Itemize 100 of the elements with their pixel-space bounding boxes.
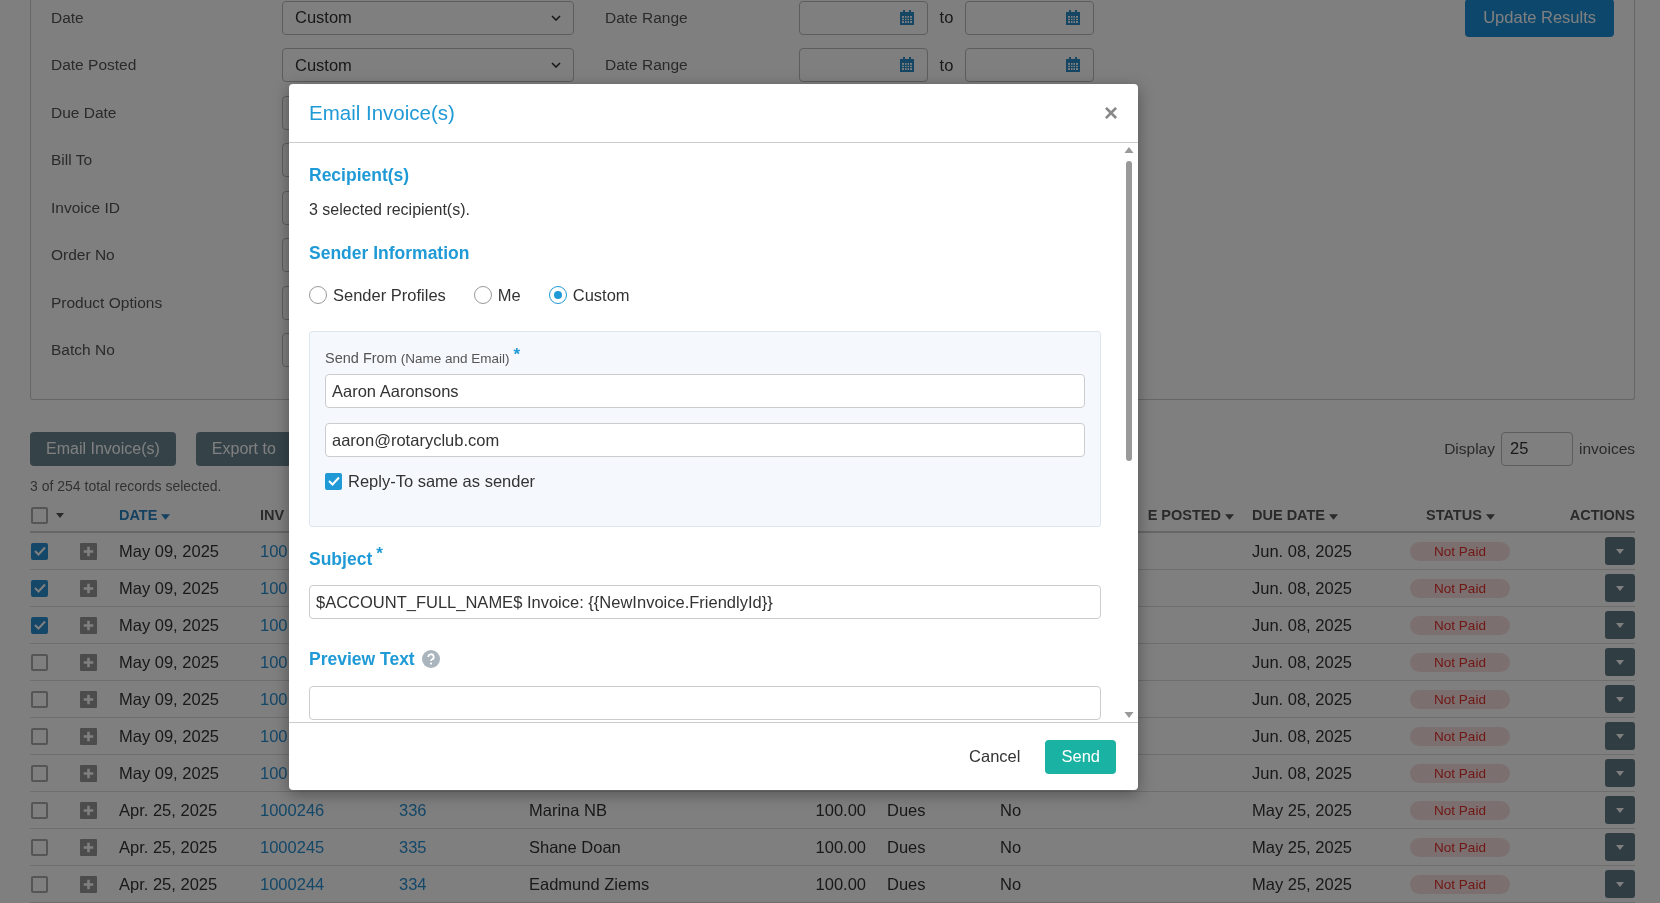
row-checkbox[interactable] (31, 690, 48, 708)
range-separator: to (938, 55, 955, 75)
expand-icon[interactable] (80, 764, 97, 782)
date-field[interactable] (965, 48, 1094, 83)
name-field[interactable]: Aaron Aaronsons (325, 374, 1085, 408)
help-icon[interactable] (421, 650, 440, 668)
select-all-checkbox[interactable] (31, 506, 48, 524)
invoice-link[interactable]: 100 (260, 578, 288, 597)
preview-text-field[interactable] (309, 686, 1101, 720)
cancel-button[interactable]: Cancel (969, 747, 1021, 766)
select-field[interactable]: Custom (282, 48, 574, 83)
date-field[interactable] (965, 0, 1094, 35)
actions-dropdown-button[interactable] (1605, 833, 1635, 861)
radio-label[interactable]: Custom (572, 285, 630, 305)
actions-dropdown-button[interactable] (1605, 537, 1635, 565)
status-badge: Not Paid (1410, 838, 1510, 857)
actions-dropdown-button[interactable] (1605, 870, 1635, 898)
table-cell: Eadmund Ziems (529, 874, 650, 893)
invoice-link[interactable]: 100 (260, 541, 288, 560)
row-checkbox[interactable] (31, 653, 48, 671)
sort-caret-icon[interactable] (1329, 513, 1339, 520)
toolbar-button[interactable]: Export to (195, 432, 292, 466)
checkbox-label[interactable]: Reply-To same as sender (348, 471, 536, 491)
table-cell: Apr. 25, 2025 (119, 800, 218, 819)
radio-label[interactable]: Sender Profiles (333, 285, 446, 305)
invoice-link[interactable]: 1000244 (260, 874, 325, 893)
date-field[interactable] (799, 48, 928, 83)
caret-down-icon (1616, 881, 1624, 887)
table-cell: May 09, 2025 (119, 689, 219, 708)
recipients-text: 3 selected recipient(s). (309, 200, 471, 220)
table-cell: 100.00 (815, 874, 866, 893)
actions-dropdown-button[interactable] (1605, 759, 1635, 787)
caret-down-icon[interactable] (56, 512, 64, 518)
caret-down-icon (1616, 696, 1624, 702)
table-cell: May 09, 2025 (119, 615, 219, 634)
update-results-button[interactable]: Update Results (1465, 0, 1614, 37)
invoice-link[interactable]: 1000245 (260, 837, 325, 856)
invoice-link[interactable]: 1000246 (260, 800, 325, 819)
close-button[interactable]: × (1102, 101, 1120, 125)
toolbar-button[interactable]: Email Invoice(s) (30, 432, 176, 466)
invoice-link[interactable]: 100 (260, 689, 288, 708)
row-checkbox[interactable] (31, 579, 48, 597)
column-header[interactable]: DUE DATE (1252, 507, 1339, 523)
expand-icon[interactable] (80, 875, 97, 893)
send-button[interactable]: Send (1045, 739, 1116, 774)
row-checkbox[interactable] (31, 542, 48, 560)
expand-icon[interactable] (80, 579, 97, 597)
row-checkbox[interactable] (31, 838, 48, 856)
expand-icon[interactable] (80, 653, 97, 671)
invoice-link[interactable]: 100 (260, 652, 288, 671)
order-link[interactable]: 336 (399, 800, 427, 819)
column-header[interactable]: ACTIONS (1569, 507, 1635, 523)
reply-to-checkbox[interactable] (325, 472, 342, 490)
section-heading: Recipient(s) (309, 164, 411, 187)
invoice-link[interactable]: 100 (260, 763, 288, 782)
order-link[interactable]: 335 (399, 837, 427, 856)
page-size-field[interactable]: 25 (1501, 432, 1573, 466)
sort-caret-icon[interactable] (1225, 513, 1234, 520)
expand-icon[interactable] (80, 690, 97, 708)
actions-dropdown-button[interactable] (1605, 611, 1635, 639)
table-cell: Dues (887, 800, 926, 819)
actions-dropdown-button[interactable] (1605, 685, 1635, 713)
caret-down-icon (1616, 585, 1624, 591)
column-header[interactable]: STATUS (1426, 507, 1495, 523)
row-checkbox[interactable] (31, 727, 48, 745)
table-cell: Jun. 08, 2025 (1252, 689, 1352, 708)
expand-icon[interactable] (80, 727, 97, 745)
display-label: Display (1444, 440, 1495, 458)
actions-dropdown-button[interactable] (1605, 722, 1635, 750)
column-header[interactable]: E POSTED (1147, 507, 1234, 523)
order-link[interactable]: 334 (399, 874, 427, 893)
table-cell: No (1000, 874, 1022, 893)
status-badge: Not Paid (1410, 542, 1510, 561)
expand-icon[interactable] (80, 801, 97, 819)
sort-caret-icon[interactable] (1485, 513, 1495, 520)
expand-icon[interactable] (80, 542, 97, 560)
expand-icon[interactable] (80, 616, 97, 634)
filter-label: Batch No (51, 341, 116, 360)
row-checkbox[interactable] (31, 801, 48, 819)
date-field[interactable] (799, 0, 928, 35)
table-cell: Jun. 08, 2025 (1252, 541, 1352, 560)
invoice-link[interactable]: 100 (260, 726, 288, 745)
column-header[interactable]: DATE (119, 507, 171, 523)
subject-field[interactable]: $ACCOUNT_FULL_NAME$ Invoice: {{NewInvoice.FriendlyId}} (309, 585, 1101, 619)
row-checkbox[interactable] (31, 616, 48, 634)
actions-dropdown-button[interactable] (1605, 648, 1635, 676)
status-badge: Not Paid (1410, 579, 1510, 598)
radio-label[interactable]: Me (497, 285, 521, 305)
status-badge: Not Paid (1410, 875, 1510, 894)
required-mark: * (513, 348, 521, 362)
invoice-link[interactable]: 100 (260, 615, 288, 634)
actions-dropdown-button[interactable] (1605, 796, 1635, 824)
sort-caret-icon[interactable] (161, 513, 171, 520)
select-field[interactable]: Custom (282, 0, 574, 35)
actions-dropdown-button[interactable] (1605, 574, 1635, 602)
row-checkbox[interactable] (31, 875, 48, 893)
column-header[interactable]: INV (260, 507, 285, 523)
expand-icon[interactable] (80, 838, 97, 856)
email-field[interactable]: aaron@rotaryclub.com (325, 423, 1085, 457)
row-checkbox[interactable] (31, 764, 48, 782)
